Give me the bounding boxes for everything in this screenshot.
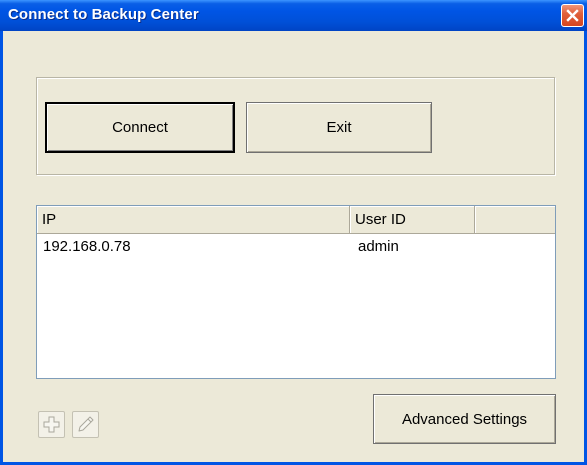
edit-button[interactable] (72, 411, 99, 438)
exit-button[interactable]: Exit (246, 102, 432, 153)
cell-user-id: admin (358, 238, 399, 255)
connect-dialog: Connect to Backup Center Connect Exit IP… (0, 0, 587, 465)
add-icon (43, 416, 60, 433)
window-title: Connect to Backup Center (8, 6, 199, 23)
cell-ip: 192.168.0.78 (43, 238, 131, 255)
server-list[interactable]: IP User ID 192.168.0.78 admin (36, 205, 556, 379)
add-button[interactable] (38, 411, 65, 438)
title-bar[interactable]: Connect to Backup Center (0, 0, 587, 31)
close-icon (566, 9, 579, 22)
pencil-icon (78, 416, 94, 432)
advanced-settings-button[interactable]: Advanced Settings (373, 394, 556, 444)
connect-button[interactable]: Connect (45, 102, 235, 153)
list-item[interactable]: 192.168.0.78 admin (37, 235, 555, 259)
column-header-blank[interactable] (475, 206, 555, 233)
close-button[interactable] (561, 4, 584, 27)
list-header: IP User ID (37, 206, 555, 234)
column-header-ip[interactable]: IP (37, 206, 350, 233)
column-header-user-id[interactable]: User ID (350, 206, 475, 233)
